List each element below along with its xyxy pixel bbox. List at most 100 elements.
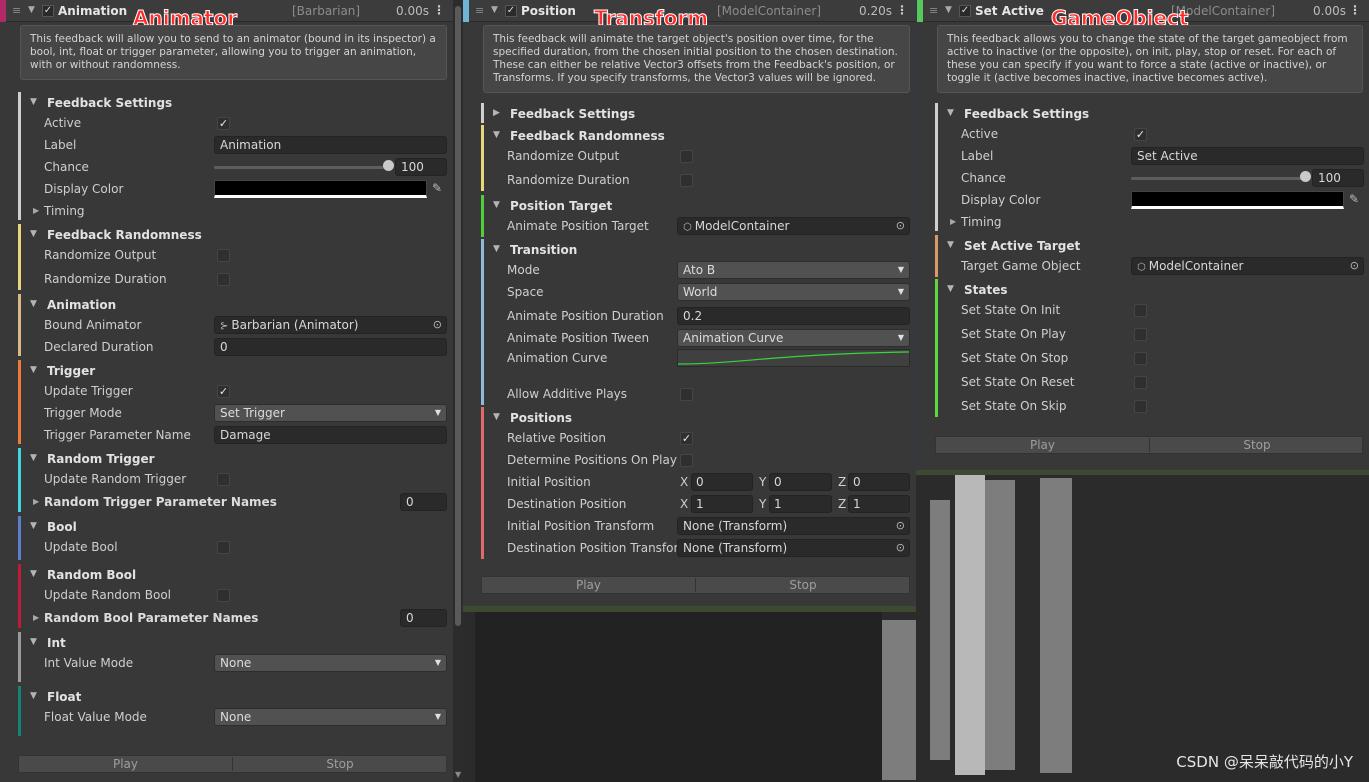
- initial-x-input[interactable]: 0: [691, 473, 753, 491]
- row-random-trigger-names[interactable]: ▶ Random Trigger Parameter Names 0: [21, 491, 447, 513]
- initial-y-input[interactable]: 0: [769, 473, 832, 491]
- tween-dropdown[interactable]: Animation Curve ▼: [677, 329, 910, 347]
- play-button[interactable]: Play: [19, 756, 232, 772]
- update-trigger-checkbox[interactable]: ✓: [217, 385, 230, 398]
- chance-input[interactable]: 100: [1312, 169, 1364, 187]
- object-picker-icon[interactable]: ⊙: [896, 219, 905, 232]
- fold-arrow-icon[interactable]: ▼: [947, 108, 954, 118]
- state-on-stop-checkbox[interactable]: [1134, 352, 1147, 365]
- row-timing[interactable]: ▶ Timing: [21, 200, 447, 222]
- initial-z-input[interactable]: 0: [848, 473, 910, 491]
- update-random-bool-checkbox[interactable]: [217, 589, 230, 602]
- state-on-reset-checkbox[interactable]: [1134, 376, 1147, 389]
- group-header[interactable]: ▼ Trigger: [21, 360, 447, 382]
- update-bool-checkbox[interactable]: [217, 541, 230, 554]
- trigger-mode-dropdown[interactable]: Set Trigger ▼: [214, 404, 447, 422]
- randomize-duration-checkbox[interactable]: [680, 174, 693, 187]
- fold-arrow-icon[interactable]: ▼: [493, 200, 500, 210]
- randomize-duration-checkbox[interactable]: [217, 273, 230, 286]
- group-header[interactable]: ▼ Animation: [21, 294, 447, 316]
- group-header[interactable]: ▼ Positions: [484, 407, 910, 429]
- drag-handle-icon[interactable]: ≡: [12, 4, 21, 17]
- group-header[interactable]: ▶ Feedback Settings: [484, 103, 910, 125]
- fold-arrow-icon[interactable]: ▼: [30, 365, 37, 375]
- relative-position-checkbox[interactable]: ✓: [680, 432, 693, 445]
- fold-arrow-icon[interactable]: ▼: [28, 5, 35, 15]
- animation-curve-field[interactable]: [677, 349, 910, 367]
- random-bool-names-count[interactable]: 0: [400, 609, 447, 627]
- group-header[interactable]: ▼ States: [938, 279, 1363, 301]
- chance-slider-track[interactable]: [214, 166, 389, 169]
- group-header[interactable]: ▼ Int: [21, 632, 447, 654]
- fold-arrow-icon[interactable]: ▶: [33, 497, 39, 506]
- drag-handle-icon[interactable]: ≡: [475, 4, 484, 17]
- destination-x-input[interactable]: 1: [691, 495, 753, 513]
- object-picker-icon[interactable]: ⊙: [1350, 259, 1359, 272]
- randomize-output-checkbox[interactable]: [680, 150, 693, 163]
- group-header[interactable]: ▼ Position Target: [484, 195, 910, 217]
- context-menu-icon[interactable]: ⋮: [896, 3, 908, 17]
- play-button[interactable]: Play: [936, 437, 1149, 453]
- scrollbar-thumb[interactable]: [455, 6, 461, 626]
- stop-button[interactable]: Stop: [1150, 437, 1364, 453]
- int-value-mode-dropdown[interactable]: None ▼: [214, 654, 447, 672]
- play-button[interactable]: Play: [482, 577, 695, 593]
- row-timing[interactable]: ▶ Timing: [938, 211, 1363, 233]
- context-menu-icon[interactable]: ⋮: [433, 3, 445, 17]
- group-header[interactable]: ▼ Feedback Randomness: [21, 224, 447, 246]
- state-on-init-checkbox[interactable]: [1134, 304, 1147, 317]
- stop-button[interactable]: Stop: [233, 756, 447, 772]
- fold-arrow-icon[interactable]: ▶: [33, 206, 39, 215]
- context-menu-icon[interactable]: ⋮: [1349, 3, 1361, 17]
- object-picker-icon[interactable]: ⊙: [896, 519, 905, 532]
- group-header[interactable]: ▼ Random Bool: [21, 564, 447, 586]
- feedback-enabled-checkbox[interactable]: ✓: [505, 5, 517, 17]
- state-on-skip-checkbox[interactable]: [1134, 400, 1147, 413]
- label-input[interactable]: Animation: [214, 136, 447, 154]
- feedback-enabled-checkbox[interactable]: ✓: [42, 5, 54, 17]
- fold-arrow-icon[interactable]: ▼: [30, 453, 37, 463]
- fold-arrow-icon[interactable]: ▼: [30, 569, 37, 579]
- fold-arrow-icon[interactable]: ▼: [30, 97, 37, 107]
- group-header[interactable]: ▼ Transition: [484, 239, 910, 261]
- group-header[interactable]: ▼ Feedback Settings: [21, 92, 447, 114]
- group-header[interactable]: ▼ Feedback Randomness: [484, 125, 910, 147]
- chance-slider-knob[interactable]: [1300, 171, 1311, 182]
- fold-arrow-icon[interactable]: ▶: [33, 613, 39, 622]
- eyedropper-icon[interactable]: ✎: [1349, 192, 1359, 206]
- scrollbar-down-arrow[interactable]: ▼: [455, 770, 461, 779]
- display-color-swatch[interactable]: [1131, 191, 1344, 209]
- feedback-enabled-checkbox[interactable]: ✓: [959, 5, 971, 17]
- space-dropdown[interactable]: World ▼: [677, 283, 910, 301]
- declared-duration-input[interactable]: 0: [214, 338, 447, 356]
- fold-arrow-icon[interactable]: ▼: [30, 521, 37, 531]
- active-checkbox[interactable]: ✓: [217, 117, 230, 130]
- duration-input[interactable]: 0.2: [677, 307, 910, 325]
- initial-transform-field[interactable]: None (Transform) ⊙: [677, 517, 910, 535]
- mode-dropdown[interactable]: Ato B ▼: [677, 261, 910, 279]
- chance-slider-knob[interactable]: [383, 160, 394, 171]
- group-header[interactable]: ▼ Random Trigger: [21, 448, 447, 470]
- fold-arrow-icon[interactable]: ▼: [493, 130, 500, 140]
- bound-animator-field[interactable]: ⊱ Barbarian (Animator) ⊙: [214, 316, 447, 334]
- determine-positions-checkbox[interactable]: [680, 454, 693, 467]
- chance-slider-track[interactable]: [1131, 177, 1306, 180]
- active-checkbox[interactable]: ✓: [1134, 128, 1147, 141]
- chance-input[interactable]: 100: [395, 158, 447, 176]
- float-value-mode-dropdown[interactable]: None ▼: [214, 708, 447, 726]
- object-picker-icon[interactable]: ⊙: [896, 541, 905, 554]
- group-header[interactable]: ▼ Float: [21, 686, 447, 708]
- allow-additive-checkbox[interactable]: [680, 388, 693, 401]
- row-random-bool-names[interactable]: ▶ Random Bool Parameter Names 0: [21, 607, 447, 629]
- fold-arrow-icon[interactable]: ▼: [493, 244, 500, 254]
- label-input[interactable]: Set Active: [1131, 147, 1364, 165]
- group-header[interactable]: ▼ Set Active Target: [938, 235, 1363, 257]
- target-game-object-field[interactable]: ⬡ ModelContainer ⊙: [1131, 257, 1364, 275]
- update-random-trigger-checkbox[interactable]: [217, 473, 230, 486]
- group-header[interactable]: ▼ Feedback Settings: [938, 103, 1363, 125]
- group-header[interactable]: ▼ Bool: [21, 516, 447, 538]
- object-picker-icon[interactable]: ⊙: [433, 318, 442, 331]
- state-on-play-checkbox[interactable]: [1134, 328, 1147, 341]
- fold-arrow-icon[interactable]: ▶: [493, 108, 500, 118]
- destination-z-input[interactable]: 1: [848, 495, 910, 513]
